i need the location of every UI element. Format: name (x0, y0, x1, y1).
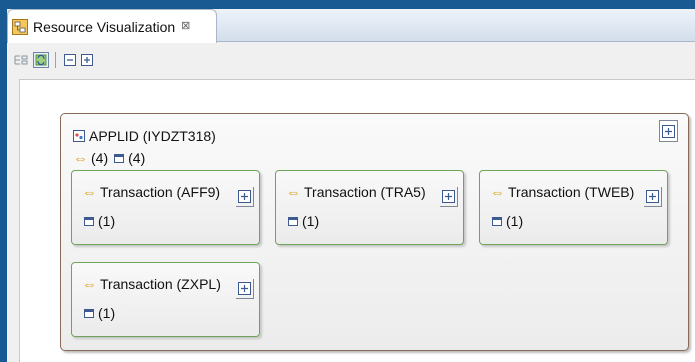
close-icon[interactable]: ⊠ (181, 19, 190, 32)
transaction-node-tweb[interactable]: ⇔ Transaction (TWEB) (1) (479, 170, 668, 245)
transaction-node-tra5[interactable]: ⇔ Transaction (TRA5) (1) (275, 170, 464, 245)
expand-icon (662, 125, 675, 138)
transaction-count: (1) (302, 213, 320, 229)
transaction-node-zxpl[interactable]: ⇔ Transaction (ZXPL) (1) (71, 262, 260, 337)
transaction-expand-button[interactable] (440, 187, 458, 207)
applid-counts: ⇔ (4) (4) (73, 150, 145, 166)
transaction-count-row: (1) (288, 213, 319, 229)
connection-arrow-icon: ⇔ (73, 149, 88, 167)
applid-connections-count: (4) (91, 150, 109, 166)
transaction-count-row: (1) (84, 305, 115, 321)
expand-all-icon[interactable] (79, 52, 95, 68)
transaction-node-aff9[interactable]: ⇔ Transaction (AFF9) (1) (71, 170, 260, 245)
window-icon (288, 216, 298, 226)
connection-arrow-icon: ⇔ (490, 183, 505, 201)
transaction-expand-button[interactable] (236, 187, 254, 207)
window-icon (492, 216, 502, 226)
refresh-diagram-icon[interactable] (33, 52, 49, 68)
view-toolbar (7, 43, 695, 77)
transaction-title-row: ⇔ Transaction (ZXPL) (82, 276, 221, 292)
transaction-title: Transaction (AFF9) (100, 184, 221, 200)
diagram-canvas: APPLID (IYDZT318) ⇔ (4) (4) ⇔ Transactio… (19, 79, 695, 362)
window-icon (114, 153, 125, 163)
resource-visualization-view: Resource Visualization ⊠ APPLID (IYDZT31… (7, 9, 695, 362)
collapse-all-icon[interactable] (62, 52, 78, 68)
connection-arrow-icon: ⇔ (82, 183, 97, 201)
transaction-title: Transaction (TRA5) (304, 184, 426, 200)
applid-expand-button[interactable] (659, 120, 678, 142)
transaction-count-row: (1) (84, 213, 115, 229)
connection-arrow-icon: ⇔ (286, 183, 301, 201)
transaction-count-row: (1) (492, 213, 523, 229)
connection-arrow-icon: ⇔ (82, 275, 97, 293)
applid-icon (73, 130, 85, 142)
transaction-title-row: ⇔ Transaction (AFF9) (82, 184, 220, 200)
window-icon (84, 216, 94, 226)
transaction-title-row: ⇔ Transaction (TRA5) (286, 184, 426, 200)
transaction-expand-button[interactable] (236, 279, 254, 299)
tab-bar: Resource Visualization ⊠ (7, 9, 695, 43)
tab-label: Resource Visualization (33, 18, 176, 35)
expand-icon (442, 190, 455, 203)
transaction-count: (1) (506, 213, 524, 229)
toolbar-separator (55, 52, 56, 68)
expand-icon (238, 190, 251, 203)
transaction-count: (1) (98, 305, 116, 321)
transaction-count: (1) (98, 213, 116, 229)
layout-icon[interactable] (13, 52, 29, 68)
applid-title: APPLID (IYDZT318) (89, 128, 216, 144)
applid-windows-count: (4) (128, 150, 146, 166)
transaction-expand-button[interactable] (644, 187, 662, 207)
window-icon (84, 308, 94, 318)
transaction-title-row: ⇔ Transaction (TWEB) (490, 184, 634, 200)
applid-node[interactable]: APPLID (IYDZT318) ⇔ (4) (4) ⇔ Transactio… (60, 113, 689, 351)
transaction-title: Transaction (TWEB) (508, 184, 635, 200)
resource-visualization-icon (12, 18, 28, 35)
tab-resource-visualization[interactable]: Resource Visualization ⊠ (7, 9, 217, 43)
expand-icon (238, 282, 251, 295)
expand-icon (646, 190, 659, 203)
transaction-title: Transaction (ZXPL) (100, 276, 221, 292)
